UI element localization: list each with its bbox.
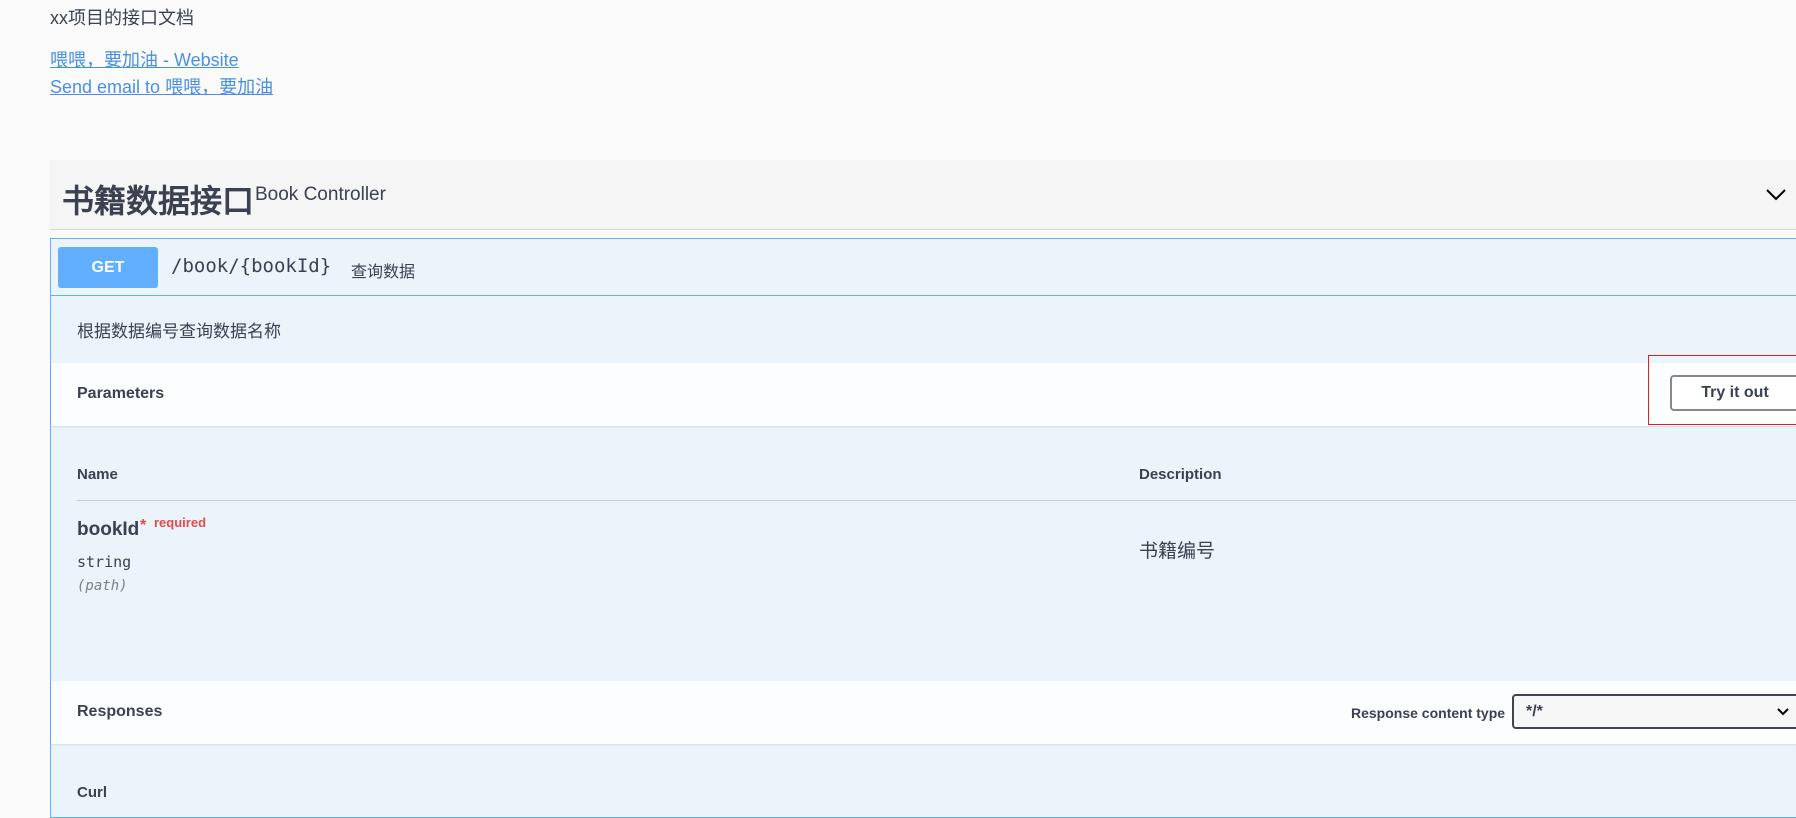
website-link[interactable]: 喂喂，要加油 - Website [50,46,239,72]
method-badge: GET [58,247,158,288]
chevron-down-icon[interactable] [1764,182,1788,206]
curl-label: Curl [77,784,107,801]
operation-summary[interactable]: GET /book/{bookId} 查询数据 [51,239,1796,296]
operation-block: GET /book/{bookId} 查询数据 根据数据编号查询数据名称 Par… [50,238,1796,818]
tag-section-header[interactable]: 书籍数据接口 Book Controller [50,160,1796,230]
response-content-type-label: Response content type [1351,705,1506,721]
operation-summary-text: 查询数据 [351,264,416,281]
parameters-header: Parameters Try it out [51,355,1796,426]
operation-description: 根据数据编号查询数据名称 [77,322,281,341]
required-star: * [140,517,147,534]
parameters-title: Parameters [77,385,165,402]
response-content-type-select[interactable]: */* [1512,694,1796,729]
parameter-description: 书籍编号 [1139,541,1216,562]
chevron-down-icon [1777,708,1789,716]
column-header-name: Name [77,466,118,483]
response-content-type-value: */* [1526,703,1543,720]
tag-description: Book Controller [255,184,386,205]
column-header-description: Description [1139,466,1222,483]
try-it-out-button[interactable]: Try it out [1670,375,1796,411]
info-description: xx项目的接口文档 [50,8,194,28]
parameter-location: (path) [77,578,128,594]
email-link[interactable]: Send email to 喂喂，要加油 [50,73,273,99]
parameter-name: bookId [77,519,140,540]
responses-title: Responses [77,703,163,720]
parameter-type: string [77,553,132,571]
tag-title: 书籍数据接口 [62,183,255,219]
operation-path: /book/{bookId} [171,255,332,277]
required-label: required [154,515,207,530]
responses-header: Responses Response content type */* [51,681,1796,744]
table-header-divider [77,500,1796,501]
